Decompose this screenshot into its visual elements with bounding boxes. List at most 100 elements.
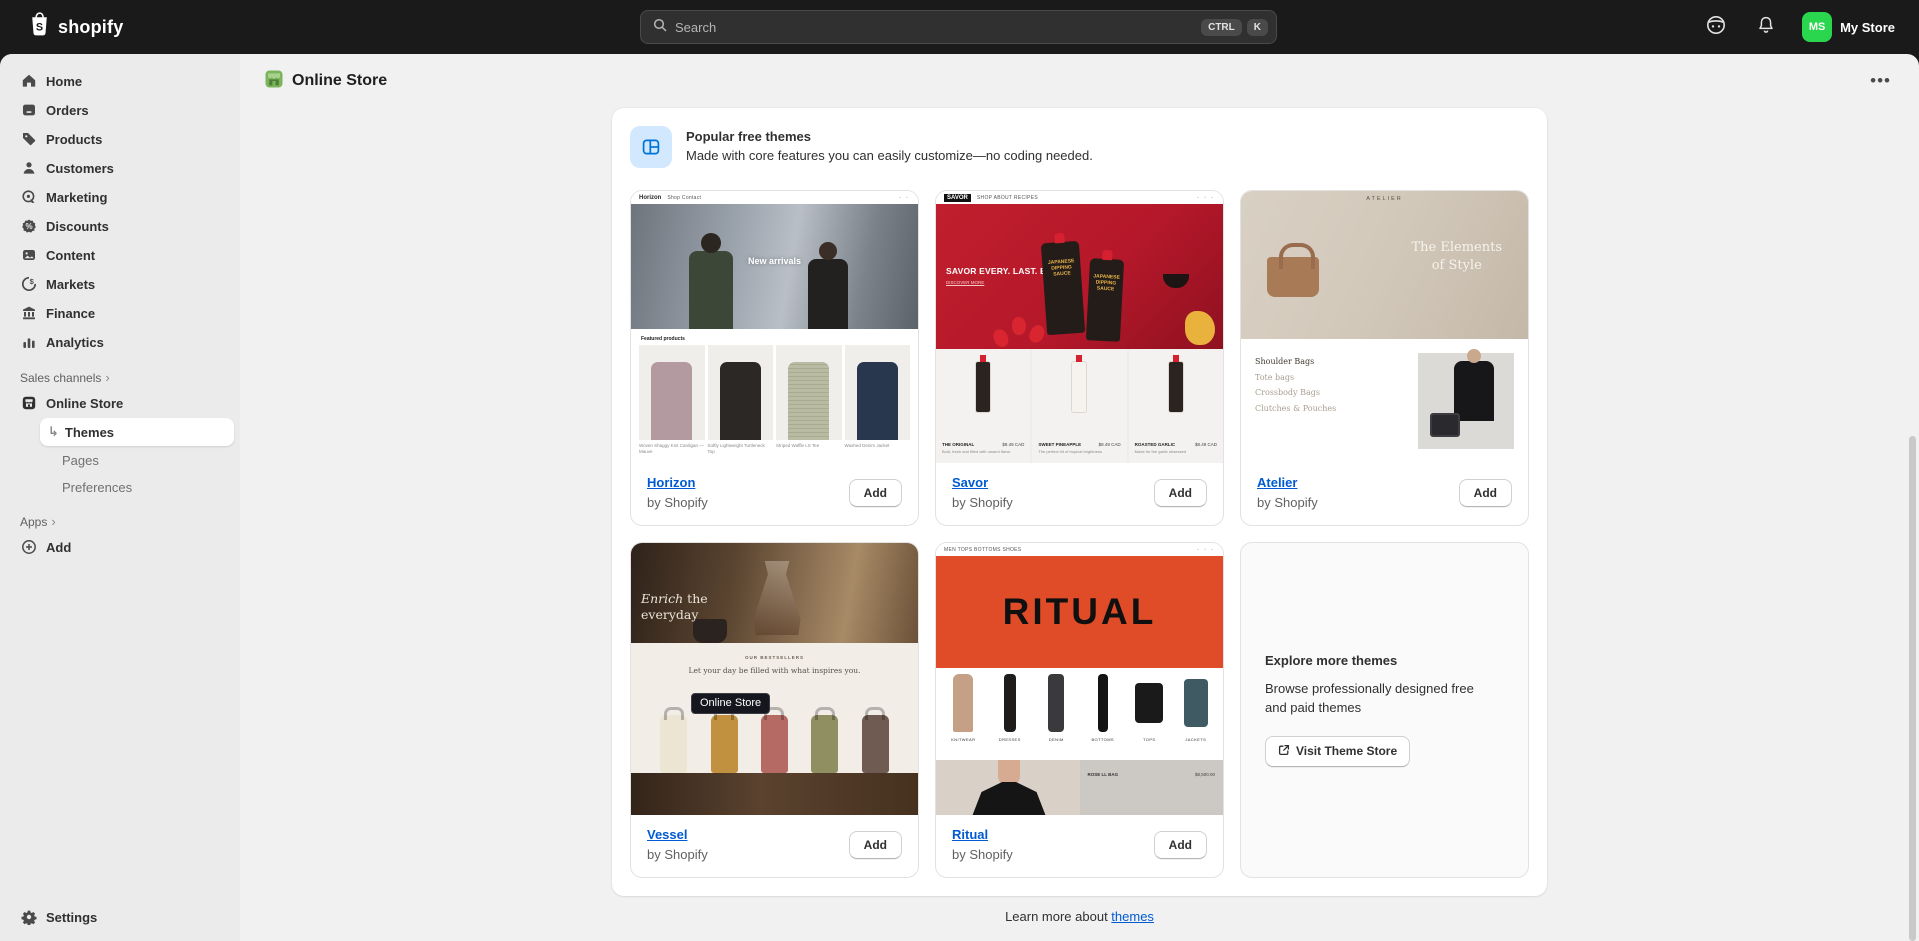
scrollbar-thumb[interactable] bbox=[1909, 436, 1916, 941]
sidebar-item-content[interactable]: Content bbox=[12, 241, 228, 269]
sidebar-item-products[interactable]: Products bbox=[12, 125, 228, 153]
atelier-preview-image: ATELIER The Elements of Style Shoulder B… bbox=[1241, 191, 1528, 463]
sidebar-item-settings[interactable]: Settings bbox=[12, 903, 228, 931]
preview-caption: OUR BESTSELLERS bbox=[631, 643, 918, 660]
sidebar-item-pages[interactable]: Pages bbox=[40, 447, 234, 473]
preview-hero-line1: The Elements bbox=[1412, 239, 1503, 257]
shopify-wordmark: shopify bbox=[58, 17, 123, 38]
nested-arrow-icon: ↳ bbox=[48, 424, 59, 440]
theme-name-link[interactable]: Ritual bbox=[952, 827, 988, 842]
search-icon bbox=[653, 18, 667, 37]
preview-nav: MEN TOPS BOTTOMS SHOES bbox=[944, 547, 1021, 553]
sidebar-item-preferences[interactable]: Preferences bbox=[40, 474, 234, 500]
theme-name-link[interactable]: Savor bbox=[952, 475, 988, 490]
preview-category: DENIM bbox=[1049, 737, 1064, 742]
visit-theme-store-button[interactable]: Visit Theme Store bbox=[1265, 736, 1410, 767]
sidebar-item-online-store[interactable]: Online Store bbox=[12, 389, 228, 417]
preview-nav-icons: ◦ ◦ ◦ bbox=[1197, 195, 1215, 201]
storefront-icon bbox=[20, 395, 37, 412]
main-content: Online Store ••• Popular free themes Mad… bbox=[240, 54, 1919, 941]
shopify-logo[interactable]: S shopify bbox=[28, 12, 123, 42]
preview-product-price: $8.49 CAD bbox=[1002, 442, 1024, 447]
global-search[interactable]: CTRL K bbox=[640, 10, 1277, 44]
sidebar-item-label: Themes bbox=[65, 425, 114, 440]
markets-icon: $ bbox=[20, 276, 37, 293]
sidebar-item-label: Markets bbox=[46, 277, 95, 292]
marketing-icon bbox=[20, 189, 37, 206]
add-theme-button[interactable]: Add bbox=[1154, 479, 1207, 507]
search-input[interactable] bbox=[675, 20, 1196, 35]
add-theme-button[interactable]: Add bbox=[1154, 831, 1207, 859]
theme-card-horizon: Horizon Shop Contact ◦ ◦ New arrivals Fe… bbox=[630, 190, 919, 526]
page-actions-button[interactable]: ••• bbox=[1864, 69, 1897, 93]
theme-card-savor: SAVOR SHOP ABOUT RECIPES ◦ ◦ ◦ SAVOR EVE… bbox=[935, 190, 1224, 526]
gear-icon bbox=[20, 909, 37, 926]
sidebar-item-analytics[interactable]: Analytics bbox=[12, 328, 228, 356]
sidebar-item-marketing[interactable]: Marketing bbox=[12, 183, 228, 211]
preview-hero-line2: of Style bbox=[1412, 257, 1503, 275]
sidebar-item-label: Home bbox=[46, 74, 82, 89]
online-store-channel-icon bbox=[264, 69, 284, 94]
horizontal-dots-icon: ••• bbox=[1870, 71, 1891, 90]
explore-title: Explore more themes bbox=[1265, 653, 1504, 668]
store-avatar: MS bbox=[1802, 12, 1832, 42]
sidebar-item-discounts[interactable]: % Discounts bbox=[12, 212, 228, 240]
online-store-tooltip: Online Store bbox=[691, 693, 770, 714]
sidekick-icon bbox=[1705, 14, 1727, 41]
themes-help-link[interactable]: themes bbox=[1111, 909, 1154, 924]
preview-product-price: $8,500.00 bbox=[1195, 772, 1215, 777]
sidebar-item-label: Settings bbox=[46, 910, 97, 925]
sidebar-item-markets[interactable]: $ Markets bbox=[12, 270, 228, 298]
home-icon bbox=[20, 73, 37, 90]
preview-category: DRESSES bbox=[999, 737, 1021, 742]
sidebar-item-orders[interactable]: Orders bbox=[12, 96, 228, 124]
visit-theme-store-label: Visit Theme Store bbox=[1296, 744, 1397, 758]
preview-hero-link: DISCOVER MORE bbox=[946, 280, 984, 285]
sidebar-item-home[interactable]: Home bbox=[12, 67, 228, 95]
themes-panel-icon bbox=[630, 126, 672, 168]
bell-icon bbox=[1756, 15, 1776, 40]
sidebar-item-label: Analytics bbox=[46, 335, 104, 350]
themes-grid: Horizon Shop Contact ◦ ◦ New arrivals Fe… bbox=[630, 190, 1529, 878]
bottle-label: JAPANESE DIPPING SAUCE bbox=[1047, 258, 1080, 319]
sidebar-item-label: Content bbox=[46, 248, 95, 263]
sales-channels-label: Sales channels bbox=[20, 371, 101, 385]
preview-category: BOTTOMS bbox=[1091, 737, 1114, 742]
preview-category: Shoulder Bags bbox=[1255, 357, 1336, 366]
explore-subtitle: Browse professionally designed free and … bbox=[1265, 680, 1475, 718]
products-icon bbox=[20, 131, 37, 148]
theme-card-atelier: ATELIER The Elements of Style Shoulder B… bbox=[1240, 190, 1529, 526]
content-icon bbox=[20, 247, 37, 264]
preview-hero-text: RITUAL bbox=[1003, 591, 1157, 633]
theme-card-vessel: Enrich the everyday OUR BESTSELLERS Let … bbox=[630, 542, 919, 878]
theme-name-link[interactable]: Vessel bbox=[647, 827, 688, 842]
sidebar-item-add-app[interactable]: Add bbox=[12, 533, 228, 561]
add-theme-button[interactable]: Add bbox=[849, 479, 902, 507]
preview-product-name: THE ORIGINAL bbox=[942, 442, 974, 447]
add-theme-button[interactable]: Add bbox=[1459, 479, 1512, 507]
preview-category: Crossbody Bags bbox=[1255, 388, 1336, 397]
apps-heading[interactable]: Apps › bbox=[20, 514, 228, 529]
sidebar-item-themes[interactable]: ↳ Themes bbox=[40, 418, 234, 446]
theme-card-ritual: MEN TOPS BOTTOMS SHOES ◦ ◦ ◦ RITUAL KNIT… bbox=[935, 542, 1224, 878]
sidekick-button[interactable] bbox=[1702, 13, 1730, 41]
apps-label: Apps bbox=[20, 515, 47, 529]
sidebar-item-customers[interactable]: Customers bbox=[12, 154, 228, 182]
sales-channels-heading[interactable]: Sales channels › bbox=[20, 370, 228, 385]
horizon-preview-image: Horizon Shop Contact ◦ ◦ New arrivals Fe… bbox=[631, 191, 918, 463]
page-title: Online Store bbox=[292, 72, 387, 90]
chevron-right-icon: › bbox=[51, 514, 55, 529]
svg-text:%: % bbox=[25, 222, 32, 231]
theme-name-link[interactable]: Atelier bbox=[1257, 475, 1297, 490]
add-theme-button[interactable]: Add bbox=[849, 831, 902, 859]
sidebar: Home Orders Products Customers Marketing… bbox=[0, 54, 240, 941]
sidebar-item-label: Preferences bbox=[62, 480, 132, 495]
popular-themes-card: Popular free themes Made with core featu… bbox=[612, 108, 1547, 896]
account-menu[interactable]: MS My Store bbox=[1802, 12, 1895, 42]
sidebar-item-finance[interactable]: Finance bbox=[12, 299, 228, 327]
preview-nav: Shop Contact bbox=[667, 195, 701, 201]
sidebar-item-label: Marketing bbox=[46, 190, 107, 205]
preview-product-desc: The perfect hit of tropical brightness bbox=[1038, 449, 1102, 454]
theme-name-link[interactable]: Horizon bbox=[647, 475, 695, 490]
notifications-button[interactable] bbox=[1752, 13, 1780, 41]
